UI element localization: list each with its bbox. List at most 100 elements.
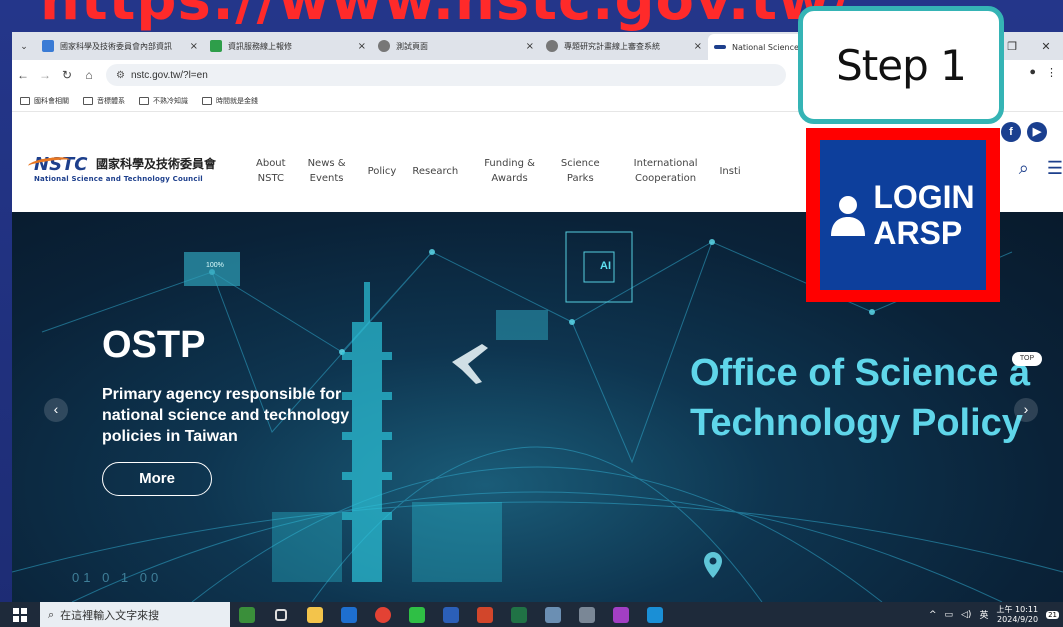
- bookmark-folder[interactable]: 時間就是金錢: [202, 96, 258, 106]
- file-explorer-icon[interactable]: [298, 602, 332, 627]
- nav-item-funding[interactable]: Funding & Awards: [466, 156, 543, 186]
- site-settings-icon[interactable]: ⚙: [116, 70, 125, 81]
- line-icon[interactable]: [400, 602, 434, 627]
- back-arrow-icon[interactable]: ←: [12, 68, 34, 82]
- forward-arrow-icon[interactable]: →: [34, 68, 56, 82]
- main-nav: About NSTC News & Events Policy Research…: [248, 156, 749, 186]
- login-arsp-button[interactable]: LOGIN ARSP: [820, 140, 986, 290]
- address-text: nstc.gov.tw/?l=en: [130, 69, 208, 81]
- clock[interactable]: 上午 10:11 2024/9/20: [996, 605, 1038, 625]
- carousel-next-icon[interactable]: ›: [1014, 398, 1038, 422]
- hero-description: Primary agency responsible for national …: [102, 386, 350, 445]
- social-links: f ▶: [1001, 122, 1047, 142]
- nav-item-about[interactable]: About NSTC: [248, 156, 294, 186]
- nav-item-research[interactable]: Research: [404, 164, 466, 179]
- binary-decoration: 01 0 1 00: [72, 570, 163, 585]
- search-icon[interactable]: ⌕: [1019, 158, 1029, 179]
- profile-icon[interactable]: ●: [1029, 66, 1036, 79]
- window-controls: ❐ ✕: [995, 32, 1063, 60]
- folder-icon: [20, 96, 30, 105]
- bookmark-folder[interactable]: 國科會相關: [20, 96, 69, 106]
- facebook-icon[interactable]: f: [1001, 122, 1021, 142]
- nstc-favicon-icon: [714, 45, 726, 49]
- windows-start-icon[interactable]: [0, 607, 40, 622]
- search-placeholder: 在這裡輸入文字來搜: [60, 608, 160, 622]
- home-icon[interactable]: ⌂: [78, 68, 100, 82]
- network-icon[interactable]: ▭: [945, 610, 954, 620]
- app-icon[interactable]: [638, 602, 672, 627]
- nav-item-news[interactable]: News & Events: [294, 156, 354, 186]
- browser-tab[interactable]: 國家科學及技術委員會內部資訊 ×: [36, 35, 204, 57]
- browser-tab[interactable]: 資訊服務線上報修 ×: [204, 35, 372, 57]
- excel-icon[interactable]: [502, 602, 536, 627]
- powerpoint-icon[interactable]: [468, 602, 502, 627]
- step-callout: Step 1: [798, 6, 1004, 124]
- login-line2: ARSP: [873, 215, 963, 251]
- app-icon[interactable]: [536, 602, 570, 627]
- bookmark-folder[interactable]: 不熟冷知識: [139, 96, 188, 106]
- browser-tab[interactable]: 測試頁面 ×: [372, 35, 540, 57]
- percent-label: 100%: [206, 262, 224, 269]
- hamburger-menu-icon[interactable]: ☰: [1047, 158, 1063, 179]
- outlook-icon[interactable]: [332, 602, 366, 627]
- carousel-prev-icon[interactable]: ‹: [44, 398, 68, 422]
- step-label: Step 1: [836, 41, 967, 90]
- folder-icon: [83, 96, 93, 105]
- windows-taskbar: ⌕ 在這裡輸入文字來搜 ^ ▭ ◁) 英 上午 10:11 2024/9/20 …: [0, 602, 1063, 627]
- nstc-favicon-icon: [42, 40, 54, 52]
- youtube-icon[interactable]: ▶: [1027, 122, 1047, 142]
- hero-title: OSTP: [102, 324, 206, 366]
- menu-kebab-icon[interactable]: ⋮: [1046, 66, 1057, 79]
- user-icon: [831, 196, 866, 236]
- login-label: LOGIN ARSP: [873, 179, 974, 251]
- toolbar-right: ● ⋮: [1029, 66, 1057, 79]
- nstc-logo[interactable]: NSTC 國家科學及技術委員會 National Science and Tec…: [27, 154, 216, 183]
- calculator-icon[interactable]: [570, 602, 604, 627]
- clock-time: 上午 10:11: [996, 604, 1039, 614]
- volume-icon[interactable]: ◁): [961, 610, 971, 620]
- nav-item-science-parks[interactable]: Science Parks: [543, 156, 608, 186]
- globe-icon: [546, 40, 558, 52]
- reload-icon[interactable]: ↻: [56, 68, 78, 82]
- taskbar-app[interactable]: [230, 602, 264, 627]
- folder-icon: [139, 96, 149, 105]
- ime-indicator[interactable]: 英: [979, 608, 988, 621]
- bookmark-folder[interactable]: 音標體系: [83, 96, 125, 106]
- search-icon: ⌕: [48, 607, 55, 621]
- nav-item-institutes[interactable]: Insti: [705, 164, 748, 179]
- ai-chip-label: AI: [600, 260, 611, 272]
- system-tray: ^ ▭ ◁) 英 上午 10:11 2024/9/20 21: [929, 602, 1059, 627]
- address-input[interactable]: ⚙ nstc.gov.tw/?l=en: [106, 64, 786, 86]
- chrome-icon[interactable]: [366, 602, 400, 627]
- hero-headline: Office of Science a Technology Policy: [690, 348, 1030, 448]
- globe-icon: [378, 40, 390, 52]
- close-window-icon[interactable]: ✕: [1029, 40, 1063, 53]
- slide-url-title: https://www.nstc.gov.tw/: [40, 0, 853, 33]
- close-tab-icon[interactable]: ×: [694, 41, 702, 52]
- login-highlight-frame: LOGIN ARSP: [806, 128, 1000, 302]
- nav-item-international[interactable]: International Cooperation: [608, 156, 706, 186]
- close-tab-icon[interactable]: ×: [526, 41, 534, 52]
- hero-headline-line2: Technology Policy: [690, 402, 1023, 444]
- word-icon[interactable]: [434, 602, 468, 627]
- nav-item-policy[interactable]: Policy: [354, 164, 405, 179]
- browser-tab[interactable]: 專題研究計畫線上審查系統 ×: [540, 35, 708, 57]
- back-to-top-button[interactable]: TOP: [1012, 352, 1042, 366]
- app-icon[interactable]: [604, 602, 638, 627]
- tab-list-chevron-icon[interactable]: ⌄: [12, 41, 36, 52]
- tray-chevron-icon[interactable]: ^: [929, 610, 937, 620]
- location-pin-icon: [704, 552, 722, 578]
- clock-date: 2024/9/20: [997, 614, 1039, 624]
- close-tab-icon[interactable]: ×: [190, 41, 198, 52]
- logo-english-name: National Science and Technology Council: [34, 175, 203, 183]
- more-button[interactable]: More: [102, 462, 212, 496]
- notification-badge[interactable]: 21: [1046, 610, 1059, 619]
- folder-icon: [202, 96, 212, 105]
- close-tab-icon[interactable]: ×: [358, 41, 366, 52]
- logo-chinese-name: 國家科學及技術委員會: [95, 157, 216, 171]
- taskbar-search-input[interactable]: ⌕ 在這裡輸入文字來搜: [40, 602, 230, 627]
- header-icons: ⌕ ☰: [1019, 158, 1063, 179]
- login-line1: LOGIN: [873, 179, 975, 215]
- h-favicon-icon: [210, 40, 222, 52]
- task-view-icon[interactable]: [264, 602, 298, 627]
